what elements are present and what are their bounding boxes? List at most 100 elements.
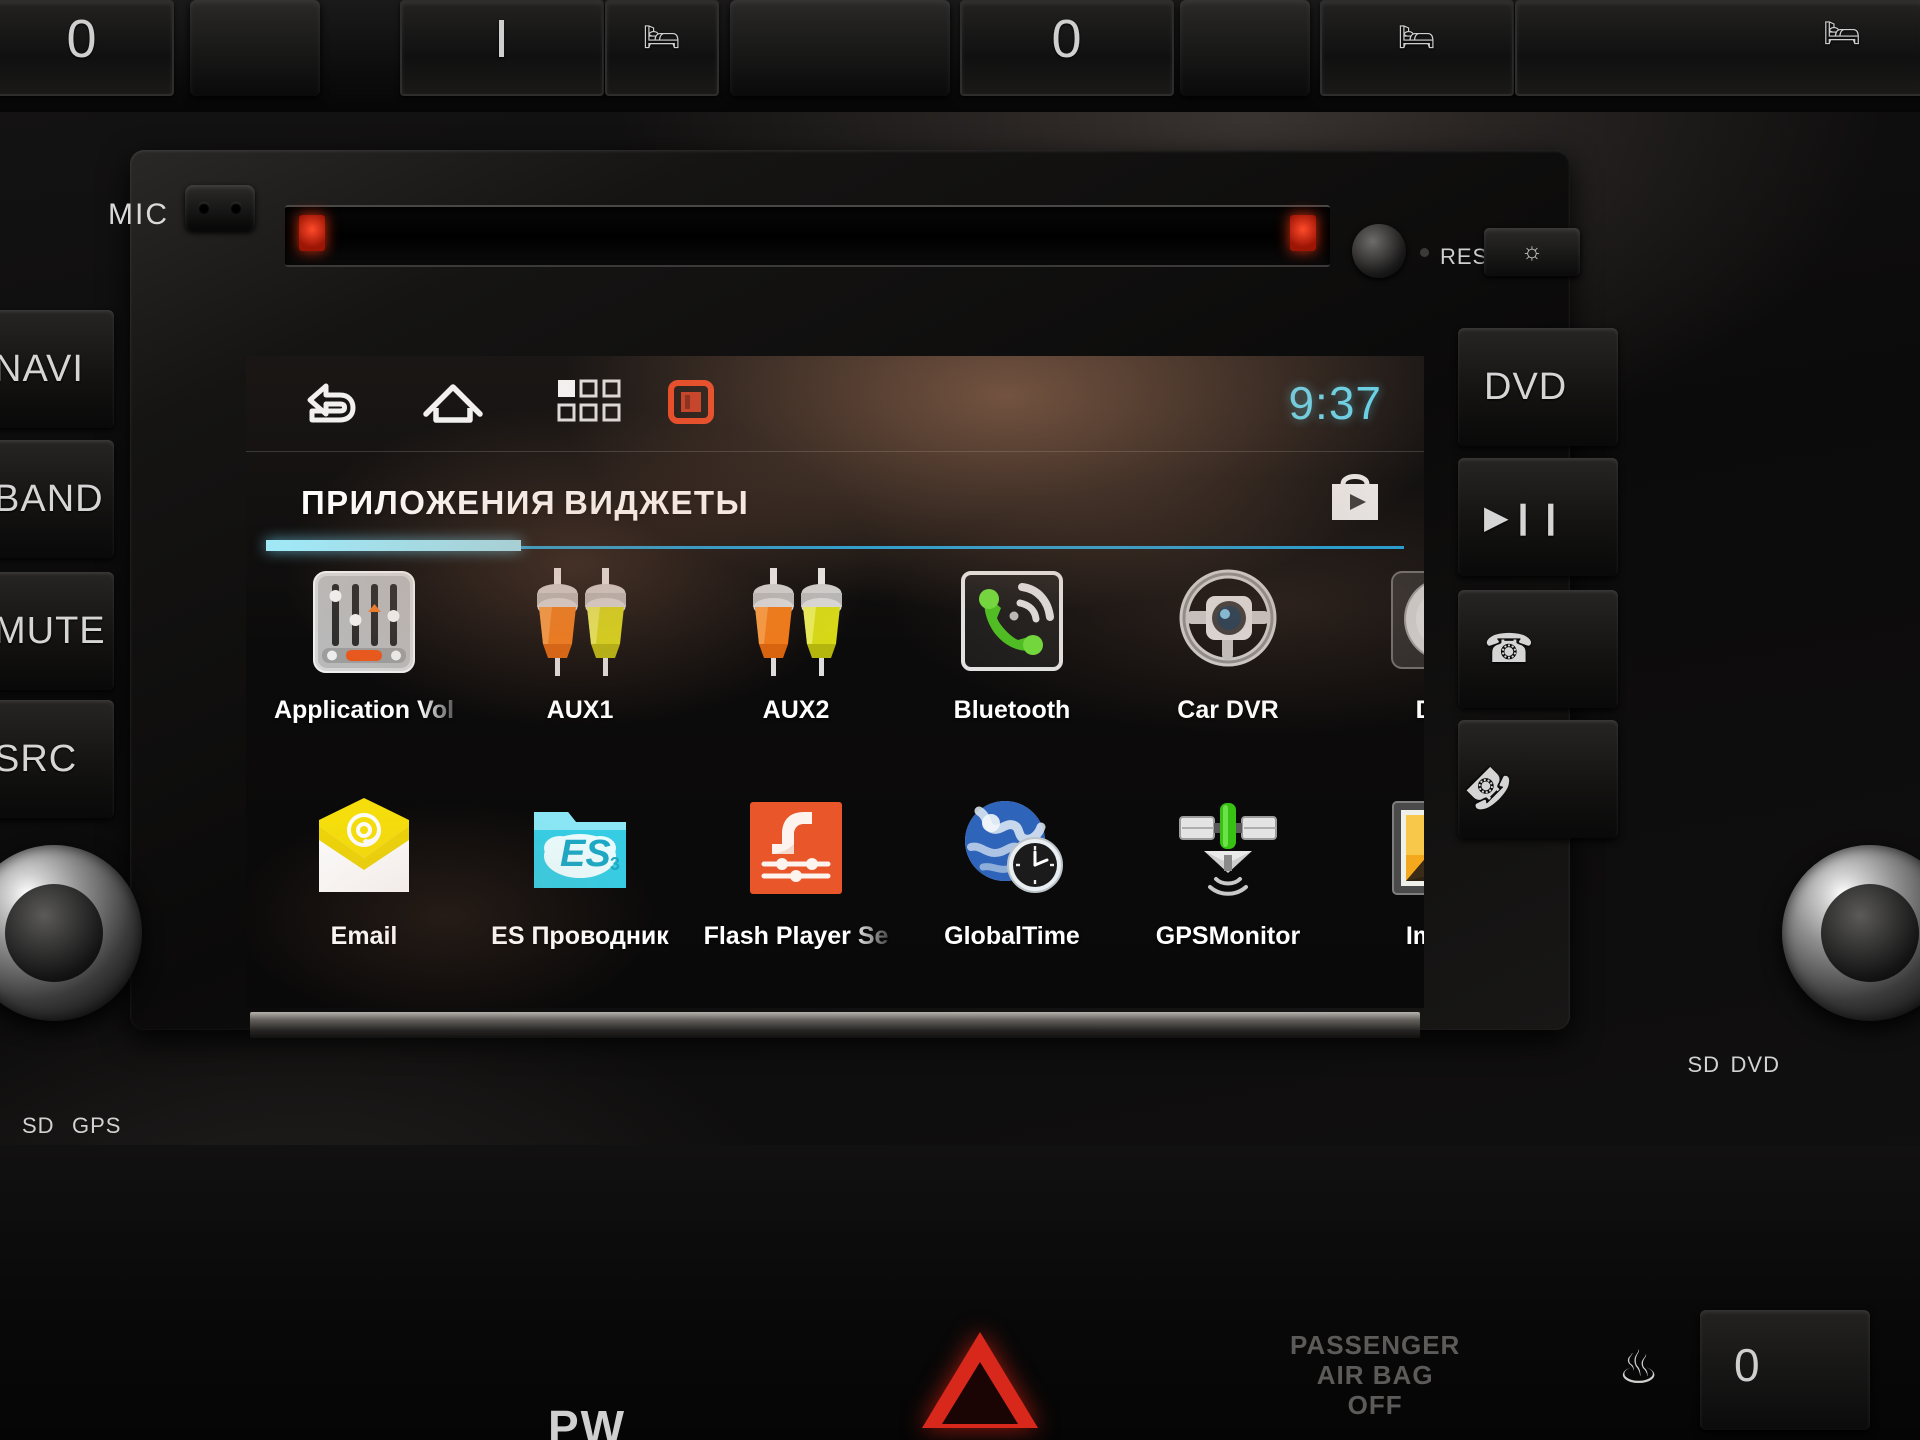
status-clock: 9:37 bbox=[1288, 377, 1382, 429]
screenshot-icon[interactable] bbox=[668, 380, 714, 429]
seat-heat-right-label: 0 bbox=[1051, 9, 1083, 69]
app-aux2[interactable]: AUX2 bbox=[698, 562, 894, 725]
seat-vent-icon-2: 🛏 bbox=[1822, 17, 1862, 50]
app-label: GlobalTime bbox=[944, 922, 1080, 950]
phone-icon: ☎ bbox=[1484, 627, 1535, 671]
app-label: Car DVR bbox=[1177, 696, 1279, 724]
car-head-unit-photo: 0 I 🛏 0 🛏 🛏 MIC RES ☼ NAVI BAND MUTE SRC… bbox=[0, 0, 1920, 1440]
app-grid: Application Vol AUX1 AUX2 Bluetooth Car … bbox=[246, 562, 1424, 1008]
seat-vent-icon: 🛏 bbox=[1397, 21, 1437, 54]
dvd-button-label: DVD bbox=[1484, 365, 1568, 408]
hazard-triangle-icon bbox=[922, 1332, 1038, 1428]
app-bluetooth[interactable]: Bluetooth bbox=[914, 562, 1110, 725]
equalizer-sliders-icon bbox=[266, 562, 462, 682]
app-label: AUX2 bbox=[762, 696, 830, 724]
android-navigation-bar: 9:37 bbox=[246, 356, 1424, 452]
display-brightness-button[interactable]: ☼ bbox=[1484, 228, 1580, 276]
app-label: Image bbox=[1405, 922, 1424, 950]
tune-knob-right[interactable] bbox=[1782, 845, 1920, 1021]
band-button-label: BAND bbox=[0, 477, 104, 520]
dvd-disc-icon: DVD bbox=[1344, 562, 1424, 682]
src-button-label: SRC bbox=[0, 737, 78, 780]
dvd-button[interactable]: DVD bbox=[1458, 328, 1618, 446]
res-label: RES bbox=[1440, 244, 1489, 269]
app-label: Bluetooth bbox=[953, 696, 1071, 724]
tab-applications[interactable]: ПРИЛОЖЕНИЯ bbox=[301, 484, 556, 522]
disc-slot[interactable] bbox=[285, 205, 1330, 267]
top-knob-center[interactable] bbox=[730, 0, 950, 96]
app-label: AUX1 bbox=[546, 696, 614, 724]
seat-heat-left-switch[interactable]: 0 bbox=[0, 0, 174, 96]
satellite-icon bbox=[1130, 788, 1326, 908]
app-aux1[interactable]: AUX1 bbox=[482, 562, 678, 725]
sun-icon: ☼ bbox=[1521, 238, 1543, 265]
app-label: ES Проводник bbox=[491, 922, 669, 950]
app-globaltime[interactable]: GlobalTime bbox=[914, 788, 1110, 951]
phone-hangup-icon: ☎ bbox=[1453, 754, 1521, 822]
flash-player-icon bbox=[698, 788, 894, 908]
seat-heat-right-switch[interactable]: 0 bbox=[960, 0, 1174, 96]
reset-button[interactable] bbox=[1352, 224, 1406, 278]
home-icon[interactable] bbox=[418, 374, 488, 437]
microphone-port bbox=[185, 185, 255, 231]
bezel-chrome-strip bbox=[250, 1012, 1420, 1038]
play-store-button[interactable] bbox=[1326, 466, 1384, 529]
app-es-file-explorer[interactable]: ES 3 ES Проводник bbox=[482, 788, 678, 951]
dvd-slot-label: DVD bbox=[1730, 1052, 1780, 1077]
phone-answer-button[interactable]: ☎ bbox=[1458, 590, 1618, 708]
app-flash-player-settings[interactable]: Flash Player Se bbox=[698, 788, 894, 951]
tab-widgets[interactable]: ВИДЖЕТЫ bbox=[564, 484, 749, 522]
sd-label-left: SD bbox=[22, 1113, 55, 1138]
mute-button[interactable]: MUTE bbox=[0, 572, 114, 690]
seat-level-switch[interactable]: I bbox=[400, 0, 604, 96]
navi-button[interactable]: NAVI bbox=[0, 310, 114, 428]
tab-selected-indicator bbox=[266, 540, 521, 551]
mic-label: MIC bbox=[108, 198, 169, 231]
seat-heat-lower-label: 0 bbox=[1734, 1339, 1760, 1391]
app-disk[interactable]: DVD Disk bbox=[1344, 562, 1424, 725]
band-button[interactable]: BAND bbox=[0, 440, 114, 558]
svg-text:ES: ES bbox=[560, 833, 611, 875]
navi-button-label: NAVI bbox=[0, 347, 84, 390]
reset-indicator-dot bbox=[1420, 248, 1429, 257]
slot-led-left bbox=[299, 215, 325, 251]
back-icon[interactable] bbox=[296, 374, 358, 437]
app-image[interactable]: Image bbox=[1344, 788, 1424, 951]
top-knob-right[interactable] bbox=[1180, 0, 1310, 96]
app-application-volume[interactable]: Application Vol bbox=[266, 562, 462, 725]
bluetooth-phone-icon bbox=[914, 562, 1110, 682]
power-window-label: PW bbox=[548, 1401, 627, 1440]
play-pause-icon: ▶❙❙ bbox=[1484, 499, 1566, 535]
volume-knob-left[interactable] bbox=[0, 845, 142, 1021]
seat-heat-lower-switch[interactable]: 0 bbox=[1700, 1310, 1870, 1430]
app-car-dvr[interactable]: Car DVR bbox=[1130, 562, 1326, 725]
hazard-warning-button[interactable] bbox=[905, 1320, 1055, 1440]
top-knob-left[interactable] bbox=[190, 0, 320, 96]
svg-text:3: 3 bbox=[610, 854, 620, 874]
recent-apps-icon[interactable] bbox=[556, 378, 622, 429]
android-screen[interactable]: 9:37 ПРИЛОЖЕНИЯ ВИДЖЕТЫ Application Vol … bbox=[246, 356, 1424, 1008]
seat-level-label: I bbox=[493, 9, 510, 69]
passenger-airbag-indicator: PASSENGER AIR BAG OFF bbox=[1290, 1330, 1461, 1420]
app-email[interactable]: Email bbox=[266, 788, 462, 951]
app-label: Disk bbox=[1344, 696, 1424, 725]
photo-sunset-icon bbox=[1344, 788, 1424, 908]
app-label: GPSMonitor bbox=[1155, 922, 1301, 950]
gps-label-left: GPS bbox=[72, 1113, 122, 1138]
app-label: Email bbox=[330, 922, 398, 950]
seat-back-icon: 🛏 bbox=[642, 21, 682, 54]
rca-plugs-icon bbox=[698, 562, 894, 682]
app-label: Flash Player Se bbox=[703, 922, 889, 950]
phone-hangup-button[interactable]: ☎ bbox=[1454, 720, 1618, 838]
src-button[interactable]: SRC bbox=[0, 700, 114, 818]
seat-vent-switch-2[interactable]: 🛏 bbox=[1515, 0, 1920, 96]
mute-button-label: MUTE bbox=[0, 609, 106, 652]
seat-back-switch[interactable]: 🛏 bbox=[605, 0, 719, 96]
play-pause-button[interactable]: ▶❙❙ bbox=[1458, 458, 1618, 576]
steering-wheel-camera-icon bbox=[1130, 562, 1326, 682]
seat-vent-switch[interactable]: 🛏 bbox=[1320, 0, 1514, 96]
rca-plugs-icon bbox=[482, 562, 678, 682]
seat-heat-left-label: 0 bbox=[66, 9, 98, 69]
app-gpsmonitor[interactable]: GPSMonitor bbox=[1130, 788, 1326, 951]
envelope-at-icon bbox=[266, 788, 462, 908]
